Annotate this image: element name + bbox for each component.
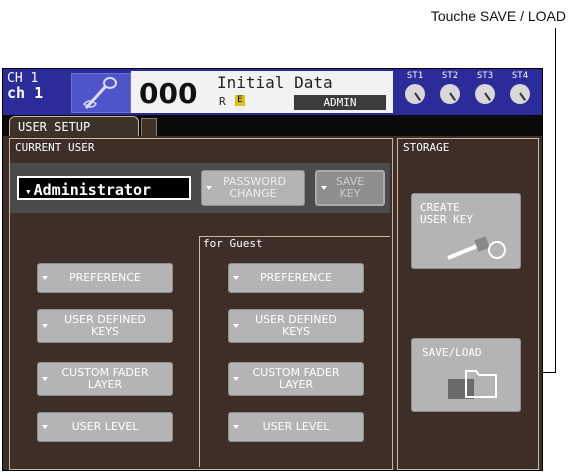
current-user-label: CURRENT USER xyxy=(15,141,95,154)
callout-label: Touche SAVE / LOAD xyxy=(430,8,566,24)
channel-indicator[interactable]: CH 1 ch 1 xyxy=(7,72,44,102)
user-level-button[interactable]: USER LEVEL xyxy=(37,412,173,442)
save-load-button[interactable]: SAVE/LOAD xyxy=(411,338,521,412)
chevron-down-icon xyxy=(42,425,48,429)
scene-e-badge: E xyxy=(235,95,245,106)
tab-user-setup[interactable]: USER SETUP xyxy=(9,116,139,136)
st1-label: ST1 xyxy=(406,71,424,81)
key-icon xyxy=(447,236,506,260)
preference-button[interactable]: PREFERENCE xyxy=(37,263,173,293)
chevron-down-icon xyxy=(42,377,48,381)
knob-icon xyxy=(440,84,460,104)
channel-name: ch 1 xyxy=(7,84,44,102)
header-bar: CH 1 ch 1 000 Initial Data R E ADMIN ST1… xyxy=(3,69,542,115)
st1-knob[interactable]: ST1 xyxy=(398,71,432,104)
guest-user-level-button[interactable]: USER LEVEL xyxy=(228,412,364,442)
save-key-button[interactable]: SAVE KEY xyxy=(315,170,385,206)
st4-label: ST4 xyxy=(511,71,529,81)
chevron-down-icon xyxy=(42,276,48,280)
folder-icon xyxy=(448,370,497,399)
callout-line-vertical xyxy=(555,28,556,372)
storage-section xyxy=(397,138,539,470)
create-user-key-button[interactable]: CREATE USER KEY xyxy=(411,193,521,269)
password-change-button[interactable]: PASSWORD CHANGE xyxy=(201,170,305,206)
st3-knob[interactable]: ST3 xyxy=(468,71,502,104)
knob-icon xyxy=(405,84,425,104)
guest-custom-fader-layer-button[interactable]: CUSTOM FADER LAYER xyxy=(228,362,364,396)
chevron-down-icon xyxy=(233,377,239,381)
chevron-down-icon xyxy=(206,186,212,190)
scene-title: Initial Data xyxy=(217,73,333,92)
scene-display[interactable]: 000 Initial Data R E ADMIN xyxy=(131,71,393,113)
chevron-down-icon xyxy=(321,186,327,190)
knob-icon xyxy=(510,84,530,104)
knob-icon xyxy=(475,84,495,104)
guest-user-defined-keys-button[interactable]: USER DEFINED KEYS xyxy=(228,309,364,343)
st4-knob[interactable]: ST4 xyxy=(503,71,537,104)
guest-preference-button[interactable]: PREFERENCE xyxy=(228,263,364,293)
st2-knob[interactable]: ST2 xyxy=(433,71,467,104)
scene-number: 000 xyxy=(139,77,198,110)
tab-secondary[interactable] xyxy=(141,118,157,136)
user-level-badge: ADMIN xyxy=(294,95,386,110)
storage-label: STORAGE xyxy=(403,141,450,154)
st3-label: ST3 xyxy=(476,71,494,81)
scene-r-indicator: R xyxy=(219,95,226,108)
chevron-down-icon xyxy=(233,276,239,280)
chevron-down-icon xyxy=(42,324,48,328)
custom-fader-layer-button[interactable]: CUSTOM FADER LAYER xyxy=(37,362,173,396)
guest-label: for Guest xyxy=(203,237,263,250)
chevron-down-icon xyxy=(233,425,239,429)
user-defined-keys-button[interactable]: USER DEFINED KEYS xyxy=(37,309,173,343)
current-user-value: Administrator xyxy=(33,181,152,199)
microphone-icon xyxy=(71,73,131,113)
current-user-select[interactable]: ▾ Administrator xyxy=(17,176,191,200)
chevron-down-icon xyxy=(233,324,239,328)
console-screen: CH 1 ch 1 000 Initial Data R E ADMIN ST1… xyxy=(2,68,543,471)
st2-label: ST2 xyxy=(441,71,459,81)
